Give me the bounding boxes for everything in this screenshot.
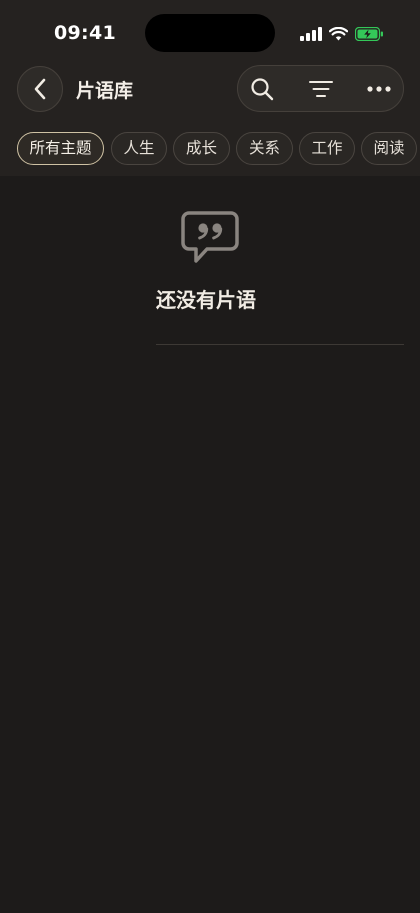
status-time: 09:41 xyxy=(54,22,116,44)
search-icon xyxy=(251,78,274,101)
divider xyxy=(156,344,404,345)
back-button[interactable] xyxy=(17,66,63,112)
nav-header: 片语库 xyxy=(0,62,420,124)
cellular-signal-icon xyxy=(300,27,322,41)
more-button[interactable] xyxy=(355,66,403,112)
chip-relationships[interactable]: 关系 xyxy=(236,132,293,165)
empty-state-message: 还没有片语 xyxy=(156,288,256,312)
chip-life[interactable]: 人生 xyxy=(111,132,167,165)
chip-all-topics[interactable]: 所有主题 xyxy=(17,132,104,165)
chip-reading[interactable]: 阅读 xyxy=(361,132,417,165)
more-dots-icon xyxy=(367,86,391,92)
filter-button[interactable] xyxy=(297,66,345,112)
chevron-left-icon xyxy=(34,78,46,100)
status-bar: 09:41 xyxy=(0,0,420,62)
dynamic-island xyxy=(145,14,275,52)
chip-work[interactable]: 工作 xyxy=(299,132,355,165)
chip-growth[interactable]: 成长 xyxy=(173,132,230,165)
quote-bubble-icon xyxy=(181,211,239,263)
filter-icon xyxy=(309,81,333,97)
topic-chip-bar: 所有主题 人生 成长 关系 工作 阅读 xyxy=(0,124,420,176)
battery-charging-icon xyxy=(355,27,383,41)
wifi-icon xyxy=(329,27,348,41)
status-icons xyxy=(300,24,384,44)
search-button[interactable] xyxy=(238,66,286,112)
header-actions xyxy=(237,65,404,112)
page-title: 片语库 xyxy=(76,80,134,102)
